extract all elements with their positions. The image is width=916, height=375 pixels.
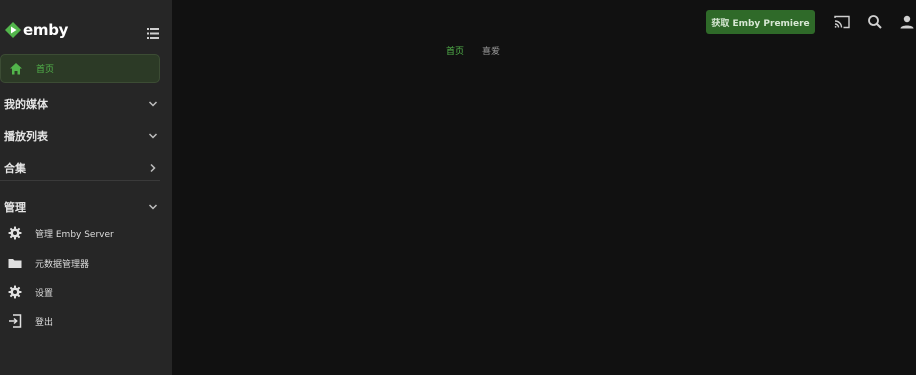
sidebar-divider	[0, 180, 160, 181]
sidebar-item-metadata-manager[interactable]: 元数据管理器	[0, 252, 160, 274]
brand-name: emby	[23, 21, 69, 39]
sidebar-item-label: 首页	[36, 65, 55, 75]
sidebar-item-sign-out[interactable]: 登出	[0, 310, 160, 332]
emby-logo-icon	[5, 22, 21, 38]
section-label: 我的媒体	[4, 98, 48, 111]
sidebar-item-home[interactable]: 首页	[0, 54, 160, 83]
section-my-media[interactable]: 我的媒体	[4, 94, 158, 114]
section-manage[interactable]: 管理	[4, 197, 158, 217]
gear-icon	[8, 285, 22, 299]
sidebar-item-manage-server[interactable]: 管理 Emby Server	[0, 222, 160, 244]
get-premiere-button[interactable]: 获取 Emby Premiere	[706, 10, 815, 34]
section-collections[interactable]: 合集	[4, 158, 158, 178]
brand-logo[interactable]: emby	[5, 19, 68, 41]
tab-home[interactable]: 首页	[446, 44, 464, 57]
section-playlists[interactable]: 播放列表	[4, 126, 158, 146]
sidebar-item-label: 设置	[35, 288, 54, 299]
chevron-down-icon	[148, 202, 158, 212]
section-label: 管理	[4, 201, 26, 214]
user-icon[interactable]	[899, 14, 915, 30]
sidebar: emby 首页 我的媒体 播放列表 合集 管理 管理 Emby Server 元…	[0, 0, 172, 375]
chevron-down-icon	[148, 131, 158, 141]
tab-favorites[interactable]: 喜爱	[482, 44, 500, 57]
section-label: 播放列表	[4, 130, 48, 143]
home-icon	[9, 62, 23, 76]
section-label: 合集	[4, 162, 26, 175]
sidebar-item-label: 元数据管理器	[35, 259, 90, 270]
cast-icon[interactable]	[834, 14, 850, 30]
sidebar-item-settings[interactable]: 设置	[0, 281, 160, 303]
sidebar-item-label: 登出	[35, 317, 54, 328]
sidebar-toggle-icon[interactable]	[147, 24, 159, 39]
sidebar-item-label: 管理 Emby Server	[35, 229, 114, 240]
folder-icon	[8, 256, 22, 270]
chevron-right-icon	[148, 163, 158, 173]
app-window: emby 首页 我的媒体 播放列表 合集 管理 管理 Emby Server 元…	[0, 0, 916, 375]
sign-out-icon	[8, 314, 22, 328]
main-tabs: 首页 喜爱	[446, 44, 500, 57]
gear-icon	[8, 226, 22, 240]
chevron-down-icon	[148, 99, 158, 109]
search-icon[interactable]	[867, 14, 883, 30]
